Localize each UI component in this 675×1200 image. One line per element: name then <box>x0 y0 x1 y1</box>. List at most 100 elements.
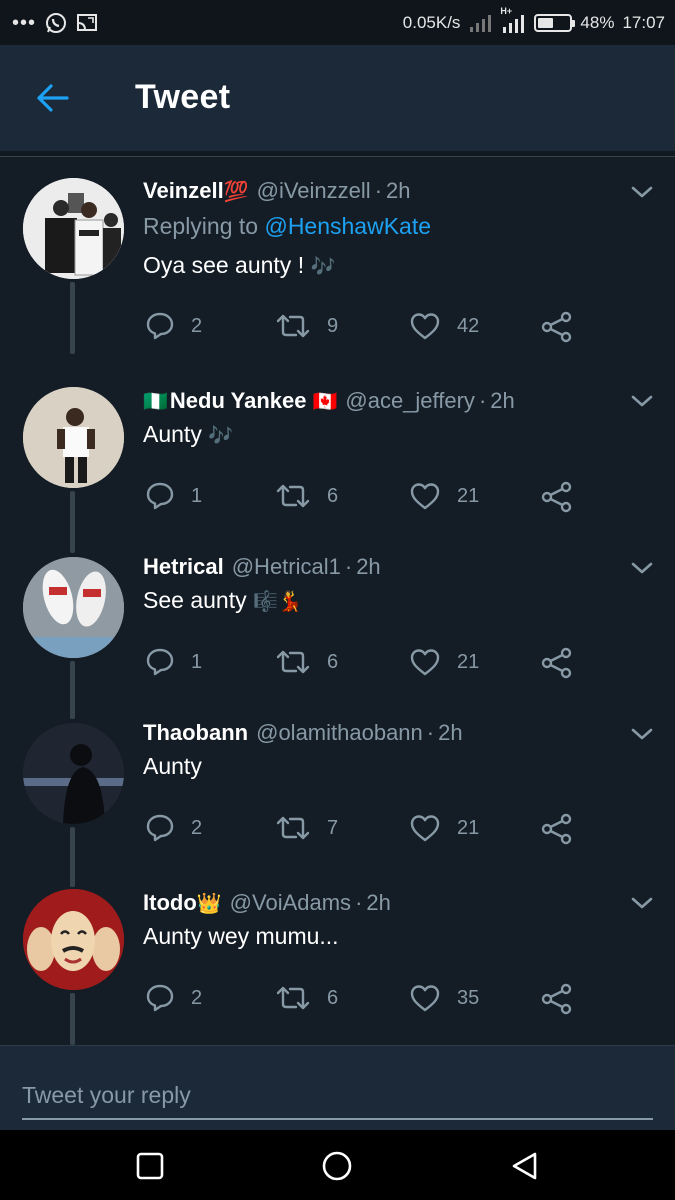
handle[interactable]: @iVeinzzell <box>257 178 371 204</box>
handle[interactable]: @ace_jeffery <box>345 388 475 414</box>
handle[interactable]: @VoiAdams <box>230 890 351 916</box>
chevron-down-icon[interactable] <box>630 895 654 911</box>
tweet-text-content: Aunty <box>143 421 202 447</box>
page-title: Tweet <box>135 78 231 116</box>
reply-input[interactable] <box>22 1072 653 1120</box>
status-time: 17:07 <box>622 12 665 32</box>
share-button[interactable] <box>541 647 573 679</box>
retweet-count: 6 <box>327 650 339 673</box>
heart-icon <box>410 483 440 510</box>
timestamp: 2h <box>490 388 515 413</box>
retweet-icon <box>276 816 310 840</box>
tweet-actions: 1 6 21 <box>145 481 585 515</box>
separator-dot: · <box>478 388 487 413</box>
like-button[interactable]: 21 <box>409 647 479 677</box>
arrow-left-icon <box>37 84 69 112</box>
like-count: 21 <box>457 484 480 507</box>
avatar[interactable] <box>23 723 124 824</box>
share-button[interactable] <box>541 311 573 343</box>
chevron-down-icon[interactable] <box>630 184 654 200</box>
retweet-button[interactable]: 7 <box>275 813 338 843</box>
thread-line <box>70 827 75 887</box>
handle[interactable]: @Hetrical1 <box>232 554 341 580</box>
tweet-emoji: 🎶 <box>208 425 234 447</box>
app-header: Tweet <box>0 45 675 151</box>
chevron-down-icon[interactable] <box>630 560 654 576</box>
mention-link[interactable]: @HenshawKate <box>264 213 431 239</box>
avatar[interactable] <box>23 889 124 990</box>
recents-square-icon[interactable] <box>134 1150 166 1182</box>
header-divider-line <box>0 156 675 157</box>
retweet-count: 9 <box>327 314 339 337</box>
tweet-text-content: See aunty <box>143 587 247 613</box>
retweet-button[interactable]: 6 <box>275 983 338 1013</box>
timestamp: 2h <box>366 890 391 915</box>
share-button[interactable] <box>541 481 573 513</box>
handle[interactable]: @olamithaobann <box>256 720 423 746</box>
signal-hplus-icon: H+ <box>500 6 526 34</box>
reply-button[interactable]: 2 <box>145 311 202 341</box>
tweet-actions: 1 6 21 <box>145 647 585 681</box>
reply-button[interactable]: 1 <box>145 481 202 511</box>
network-type: H+ <box>500 5 513 16</box>
retweet-button[interactable]: 9 <box>275 311 338 341</box>
tweet-emoji: 🎼💃 <box>252 591 303 613</box>
back-button[interactable] <box>36 81 70 115</box>
reply-meta: 🇳🇬 Nedu Yankee 🇨🇦 @ace_jeffery · 2h <box>143 388 515 414</box>
display-name[interactable]: Hetrical <box>143 554 224 580</box>
like-button[interactable]: 35 <box>409 983 479 1013</box>
chevron-down-icon[interactable] <box>630 726 654 742</box>
tweet-actions: 2 6 35 <box>145 983 585 1017</box>
battery-percent: 48% <box>580 12 615 32</box>
name-emoji: 💯 <box>223 181 249 203</box>
separator-dot: · <box>374 178 383 203</box>
like-button[interactable]: 42 <box>409 311 479 341</box>
like-button[interactable]: 21 <box>409 813 479 843</box>
thread-line <box>70 491 75 553</box>
retweet-button[interactable]: 6 <box>275 647 338 677</box>
name-emoji-flag: 🇨🇦 <box>312 391 338 413</box>
share-icon <box>541 311 572 343</box>
share-icon <box>541 813 572 845</box>
display-name[interactable]: Itodo <box>143 890 197 916</box>
thread-line <box>70 993 75 1045</box>
avatar[interactable] <box>23 178 124 279</box>
heart-icon <box>410 985 440 1012</box>
reply-button[interactable]: 1 <box>145 647 202 677</box>
battery-icon <box>534 13 576 32</box>
reply-meta: Hetrical @Hetrical1 · 2h <box>143 554 381 580</box>
tweet-text-content: Aunty wey mumu... <box>143 923 339 949</box>
avatar[interactable] <box>23 557 124 658</box>
reply-count: 2 <box>191 986 203 1009</box>
android-nav-bar <box>0 1130 675 1200</box>
cast-icon <box>76 12 98 34</box>
avatar[interactable] <box>23 387 124 488</box>
reply-count: 1 <box>191 650 203 673</box>
display-name[interactable]: Nedu Yankee <box>170 388 307 414</box>
retweet-icon <box>276 650 310 674</box>
display-name[interactable]: Thaobann <box>143 720 248 746</box>
signal-icon <box>468 13 492 33</box>
timestamp: 2h <box>386 178 411 203</box>
home-circle-icon[interactable] <box>321 1150 353 1182</box>
chevron-down-icon[interactable] <box>630 393 654 409</box>
retweet-button[interactable]: 6 <box>275 481 338 511</box>
tweet-actions: 2 7 21 <box>145 813 585 847</box>
name-emoji: 👑 <box>196 893 222 915</box>
like-count: 21 <box>457 816 480 839</box>
reply-composer <box>0 1045 675 1130</box>
tweet-text: See aunty 🎼💃 <box>143 587 303 614</box>
separator-dot: · <box>344 554 353 579</box>
timestamp: 2h <box>438 720 463 745</box>
share-button[interactable] <box>541 983 573 1015</box>
tweet-text: Aunty 🎶 <box>143 421 233 448</box>
share-button[interactable] <box>541 813 573 845</box>
back-triangle-icon[interactable] <box>509 1150 541 1182</box>
like-button[interactable]: 21 <box>409 481 479 511</box>
status-left: ••• <box>12 11 98 35</box>
reply-icon <box>146 312 174 340</box>
display-name[interactable]: Veinzell <box>143 178 224 204</box>
heart-icon <box>410 815 440 842</box>
reply-button[interactable]: 2 <box>145 983 202 1013</box>
reply-button[interactable]: 2 <box>145 813 202 843</box>
